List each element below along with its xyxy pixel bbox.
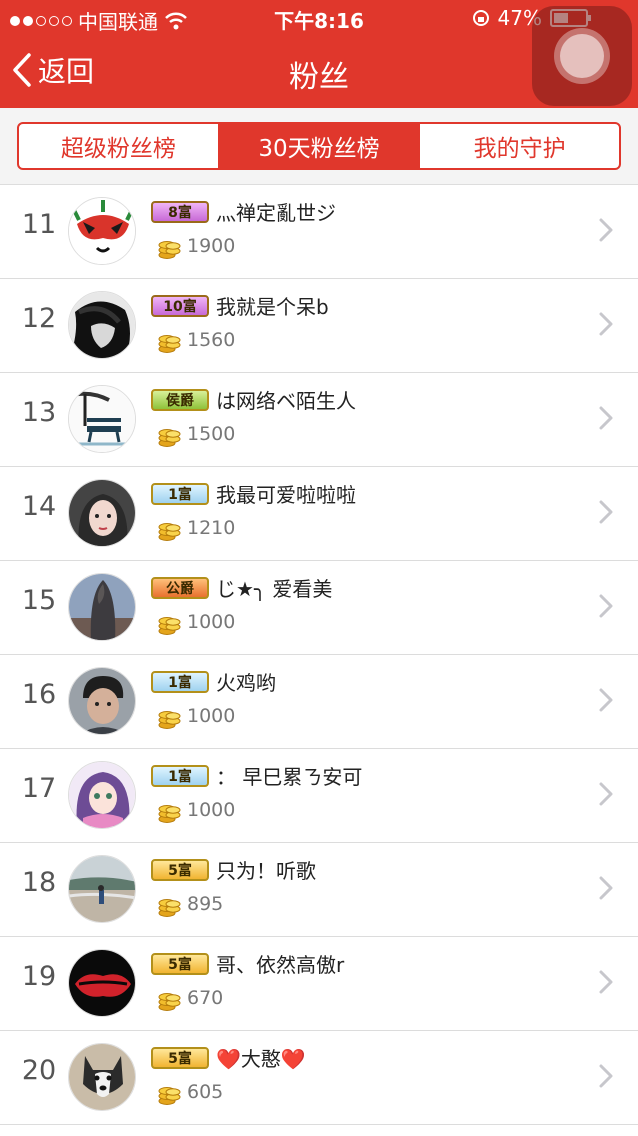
coin-count: 1560 [187, 329, 236, 351]
level-badge: 侯爵 [151, 389, 209, 411]
avatar[interactable] [68, 761, 136, 829]
level-badge: 5富 [151, 953, 209, 975]
list-item-rank-15[interactable]: 15 公爵 じ★╮ 爱看美 1000 [0, 561, 638, 655]
fan-name: ： 早巳累ㄋ安可 [216, 765, 363, 789]
fan-name: じ★╮ 爱看美 [216, 577, 333, 601]
coin-count: 1000 [187, 799, 236, 821]
chevron-right-icon [599, 500, 613, 524]
fan-name: 我最可爱啦啦啦 [216, 483, 356, 507]
fan-name: は网络ベ陌生人 [216, 389, 356, 413]
list-item-rank-17[interactable]: 17 1富 ： 早巳累ㄋ安可 1000 [0, 749, 638, 843]
avatar[interactable] [68, 479, 136, 547]
coin-icon [158, 335, 181, 353]
rank-number: 19 [21, 961, 57, 992]
coin-count: 670 [187, 987, 224, 1009]
coin-count: 1900 [187, 235, 236, 257]
rank-number: 18 [21, 867, 57, 898]
list-item-rank-13[interactable]: 13 侯爵 は网络ベ陌生人 1500 [0, 373, 638, 467]
avatar[interactable] [68, 949, 136, 1017]
tab-super-fans[interactable]: 超级粉丝榜 [19, 124, 220, 168]
page-title: 粉丝 [289, 60, 349, 95]
chevron-right-icon [599, 782, 613, 806]
list-item-rank-18[interactable]: 18 5富 只为！听歌 895 [0, 843, 638, 937]
rank-number: 12 [21, 303, 57, 334]
list-item-rank-11[interactable]: 11 8富 灬禅定亂世ジ 1900 [0, 185, 638, 279]
avatar[interactable] [68, 667, 136, 735]
list-item-rank-12[interactable]: 12 10富 我就是个呆b 1560 [0, 279, 638, 373]
nav-bar: 返回 粉丝 [0, 36, 638, 108]
coin-icon [158, 899, 181, 917]
list-item-rank-20[interactable]: 20 5富 ❤️大憨❤️ 605 [0, 1031, 638, 1125]
avatar[interactable] [68, 385, 136, 453]
coin-count: 605 [187, 1081, 224, 1103]
fans-list: 11 8富 灬禅定亂世ジ 1900 12 10富 我就是个呆b 1560 13 … [0, 185, 638, 1125]
list-item-rank-16[interactable]: 16 1富 火鸡哟 1000 [0, 655, 638, 749]
fan-name: 火鸡哟 [216, 671, 276, 695]
level-badge: 10富 [151, 295, 209, 317]
level-badge: 1富 [151, 483, 209, 505]
chevron-right-icon [599, 406, 613, 430]
fan-name: ❤️大憨❤️ [216, 1047, 306, 1071]
rank-number: 14 [21, 491, 57, 522]
coin-count: 895 [187, 893, 224, 915]
level-badge: 1富 [151, 671, 209, 693]
tab-bar-container: 超级粉丝榜 30天粉丝榜 我的守护 [0, 108, 638, 185]
coin-icon [158, 617, 181, 635]
avatar[interactable] [68, 291, 136, 359]
chevron-right-icon [599, 594, 613, 618]
coin-icon [158, 1087, 181, 1105]
list-item-rank-19[interactable]: 19 5富 哥、依然高傲r 670 [0, 937, 638, 1031]
tab-30-day-fans[interactable]: 30天粉丝榜 [219, 124, 421, 168]
rank-number: 20 [21, 1055, 57, 1086]
fan-name: 哥、依然高傲r [216, 953, 345, 977]
level-badge: 1富 [151, 765, 209, 787]
level-badge: 公爵 [151, 577, 209, 599]
fan-name: 灬禅定亂世ジ [216, 201, 336, 225]
rank-number: 13 [21, 397, 57, 428]
coin-icon [158, 805, 181, 823]
avatar[interactable] [68, 855, 136, 923]
avatar[interactable] [68, 1043, 136, 1111]
level-badge: 8富 [151, 201, 209, 223]
rank-number: 17 [21, 773, 57, 804]
coin-icon [158, 993, 181, 1011]
avatar[interactable] [68, 197, 136, 265]
chevron-right-icon [599, 1064, 613, 1088]
chevron-right-icon [599, 876, 613, 900]
coin-icon [158, 241, 181, 259]
coin-count: 1500 [187, 423, 236, 445]
coin-icon [158, 711, 181, 729]
chevron-right-icon [599, 312, 613, 336]
chevron-right-icon [599, 218, 613, 242]
fan-name: 我就是个呆b [216, 295, 329, 319]
coin-count: 1000 [187, 611, 236, 633]
chevron-right-icon [599, 970, 613, 994]
coin-icon [158, 523, 181, 541]
level-badge: 5富 [151, 859, 209, 881]
rotation-lock-icon [472, 10, 489, 26]
coin-count: 1000 [187, 705, 236, 727]
level-badge: 5富 [151, 1047, 209, 1069]
avatar[interactable] [68, 573, 136, 641]
rank-number: 16 [21, 679, 57, 710]
fan-name: 只为！听歌 [216, 859, 316, 883]
chevron-right-icon [599, 688, 613, 712]
rank-number: 11 [21, 209, 57, 240]
tab-my-guardian[interactable]: 我的守护 [420, 124, 619, 168]
list-item-rank-14[interactable]: 14 1富 我最可爱啦啦啦 1210 [0, 467, 638, 561]
rank-number: 15 [21, 585, 57, 616]
coin-count: 1210 [187, 517, 236, 539]
coin-icon [158, 429, 181, 447]
segmented-tabs: 超级粉丝榜 30天粉丝榜 我的守护 [17, 122, 621, 170]
